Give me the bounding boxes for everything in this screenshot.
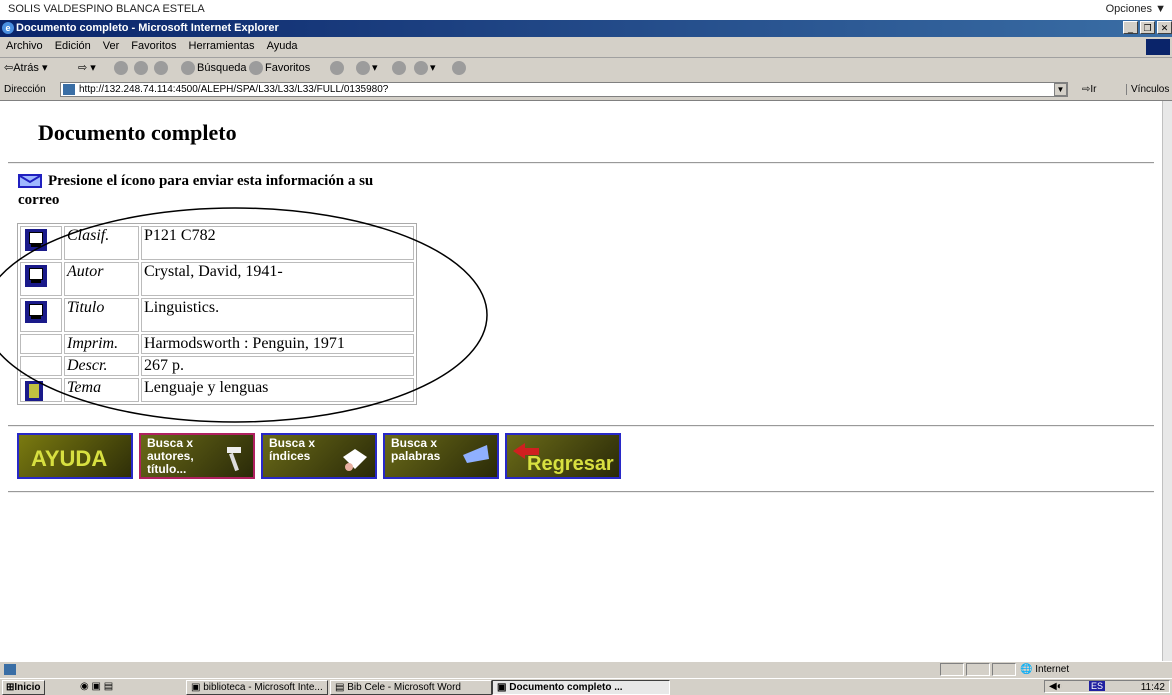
- language-indicator[interactable]: ES: [1089, 681, 1106, 691]
- search-authors-button[interactable]: Busca x autores, título...: [139, 433, 255, 479]
- restore-button[interactable]: ❐: [1140, 21, 1155, 34]
- page-icon: [63, 84, 75, 95]
- status-segment: [992, 663, 1016, 676]
- go-button[interactable]: ⇨Ir: [1082, 84, 1097, 95]
- help-button[interactable]: AYUDA: [17, 433, 133, 479]
- close-button[interactable]: ✕: [1157, 21, 1172, 34]
- window-title: Documento completo - Microsoft Internet …: [16, 22, 279, 34]
- edit-icon[interactable]: ▾: [414, 61, 436, 76]
- user-name: SOLIS VALDESPINO BLANCA ESTELA: [8, 3, 205, 15]
- envelope-icon[interactable]: [18, 174, 42, 188]
- divider: [8, 491, 1154, 493]
- address-bar: Dirección http://132.248.74.114:4500/ALE…: [0, 80, 1172, 101]
- help-label: AYUDA: [31, 446, 108, 471]
- task-label: biblioteca - Microsoft Inte...: [203, 682, 323, 693]
- annotation-ellipse: [0, 207, 488, 423]
- address-input[interactable]: http://132.248.74.114:4500/ALEPH/SPA/L33…: [60, 82, 1068, 97]
- links-button[interactable]: Vínculos: [1126, 84, 1169, 95]
- divider: [8, 162, 1154, 164]
- stop-icon[interactable]: [114, 61, 130, 75]
- menu-ver[interactable]: Ver: [97, 37, 126, 52]
- pointing-hand-icon: [343, 449, 367, 471]
- toolbar: ⇦Atrás ▾ ⇨ ▾ Búsqueda Favoritos ▾ ▾: [0, 58, 1172, 81]
- page-status-icon: [4, 664, 16, 675]
- system-tray: ◀◐ ES 11:42: [1044, 680, 1170, 693]
- refresh-icon[interactable]: [134, 61, 150, 75]
- task-biblioteca[interactable]: ▣ biblioteca - Microsoft Inte...: [186, 680, 328, 695]
- status-bar: 🌐 Internet: [0, 661, 1172, 678]
- back-label-page: Regresar: [527, 453, 614, 475]
- task-label: Documento completo ...: [509, 682, 623, 693]
- search-button[interactable]: Búsqueda: [181, 61, 247, 75]
- discuss-icon[interactable]: [452, 61, 468, 75]
- menu-edicion[interactable]: Edición: [49, 37, 97, 52]
- zone-label: Internet: [1035, 664, 1070, 675]
- divider: [8, 425, 1154, 427]
- page-title: Documento completo: [38, 120, 237, 145]
- back-label: ⇦Atrás: [4, 62, 39, 74]
- go-label: Ir: [1090, 84, 1097, 95]
- task-label: Bib Cele - Microsoft Word: [347, 682, 461, 693]
- action-buttons: AYUDA Busca x autores, título... Busca x…: [17, 433, 621, 483]
- address-label: Dirección: [4, 84, 46, 95]
- options-menu[interactable]: Opciones ▼: [1106, 3, 1166, 15]
- menu-favoritos[interactable]: Favoritos: [125, 37, 182, 52]
- menu-bar: Archivo Edición Ver Favoritos Herramientas Ay…: [0, 37, 1172, 58]
- search-authors-label: Busca x autores, título...: [147, 436, 194, 476]
- search-words-button[interactable]: Busca x palabras: [383, 433, 499, 479]
- user-bar: SOLIS VALDESPINO BLANCA ESTELA Opciones …: [0, 0, 1172, 21]
- search-indexes-label: Busca x índices: [269, 436, 316, 463]
- start-label: Inicio: [14, 682, 41, 693]
- back-button-page[interactable]: Regresar: [505, 433, 621, 479]
- search-indexes-button[interactable]: Busca x índices: [261, 433, 377, 479]
- clock: 11:42: [1140, 682, 1165, 693]
- hammer-icon: [227, 447, 241, 472]
- favorites-button[interactable]: Favoritos: [249, 61, 310, 75]
- internet-explorer-icon: e: [2, 22, 14, 34]
- address-dropdown-button[interactable]: ▼: [1054, 83, 1067, 96]
- task-documento-completo[interactable]: ▣ Documento completo ...: [492, 680, 670, 695]
- menu-herramientas[interactable]: Herramientas: [183, 37, 261, 52]
- window-controls: _ ❐ ✕: [1121, 21, 1172, 34]
- menu-ayuda[interactable]: Ayuda: [261, 37, 304, 52]
- taskbar: ⊞Inicio ◉ ▣ ▤ ▣ biblioteca - Microsoft I…: [0, 678, 1172, 695]
- windows-logo-icon: [1146, 39, 1170, 55]
- menu-archivo[interactable]: Archivo: [0, 37, 49, 52]
- start-button[interactable]: ⊞Inicio: [2, 680, 45, 695]
- status-segment: [940, 663, 964, 676]
- history-icon[interactable]: [330, 61, 346, 75]
- status-segment: [966, 663, 990, 676]
- forward-button[interactable]: ⇨ ▾: [78, 61, 96, 74]
- vertical-scrollbar[interactable]: [1162, 101, 1172, 661]
- favorites-label: Favoritos: [265, 61, 311, 74]
- minimize-button[interactable]: _: [1123, 21, 1138, 34]
- address-url: http://132.248.74.114:4500/ALEPH/SPA/L33…: [79, 84, 389, 95]
- back-button[interactable]: ⇦Atrás ▾: [4, 61, 47, 74]
- search-label: Búsqueda: [197, 61, 247, 74]
- task-bib-cele[interactable]: ▤ Bib Cele - Microsoft Word: [330, 680, 492, 695]
- home-icon[interactable]: [154, 61, 170, 75]
- page-content: Documento completo Presione el ícono par…: [0, 101, 1162, 661]
- window-title-bar: e Documento completo - Microsoft Interne…: [0, 20, 1172, 37]
- books-icon: [463, 445, 489, 463]
- quick-launch[interactable]: ◉ ▣ ▤: [80, 681, 113, 692]
- mail-icon[interactable]: ▾: [356, 61, 378, 76]
- tray-icons[interactable]: ◀◐: [1049, 681, 1063, 692]
- security-zone: 🌐 Internet: [1020, 664, 1070, 675]
- print-icon[interactable]: [392, 61, 408, 75]
- search-words-label: Busca x palabras: [391, 436, 441, 463]
